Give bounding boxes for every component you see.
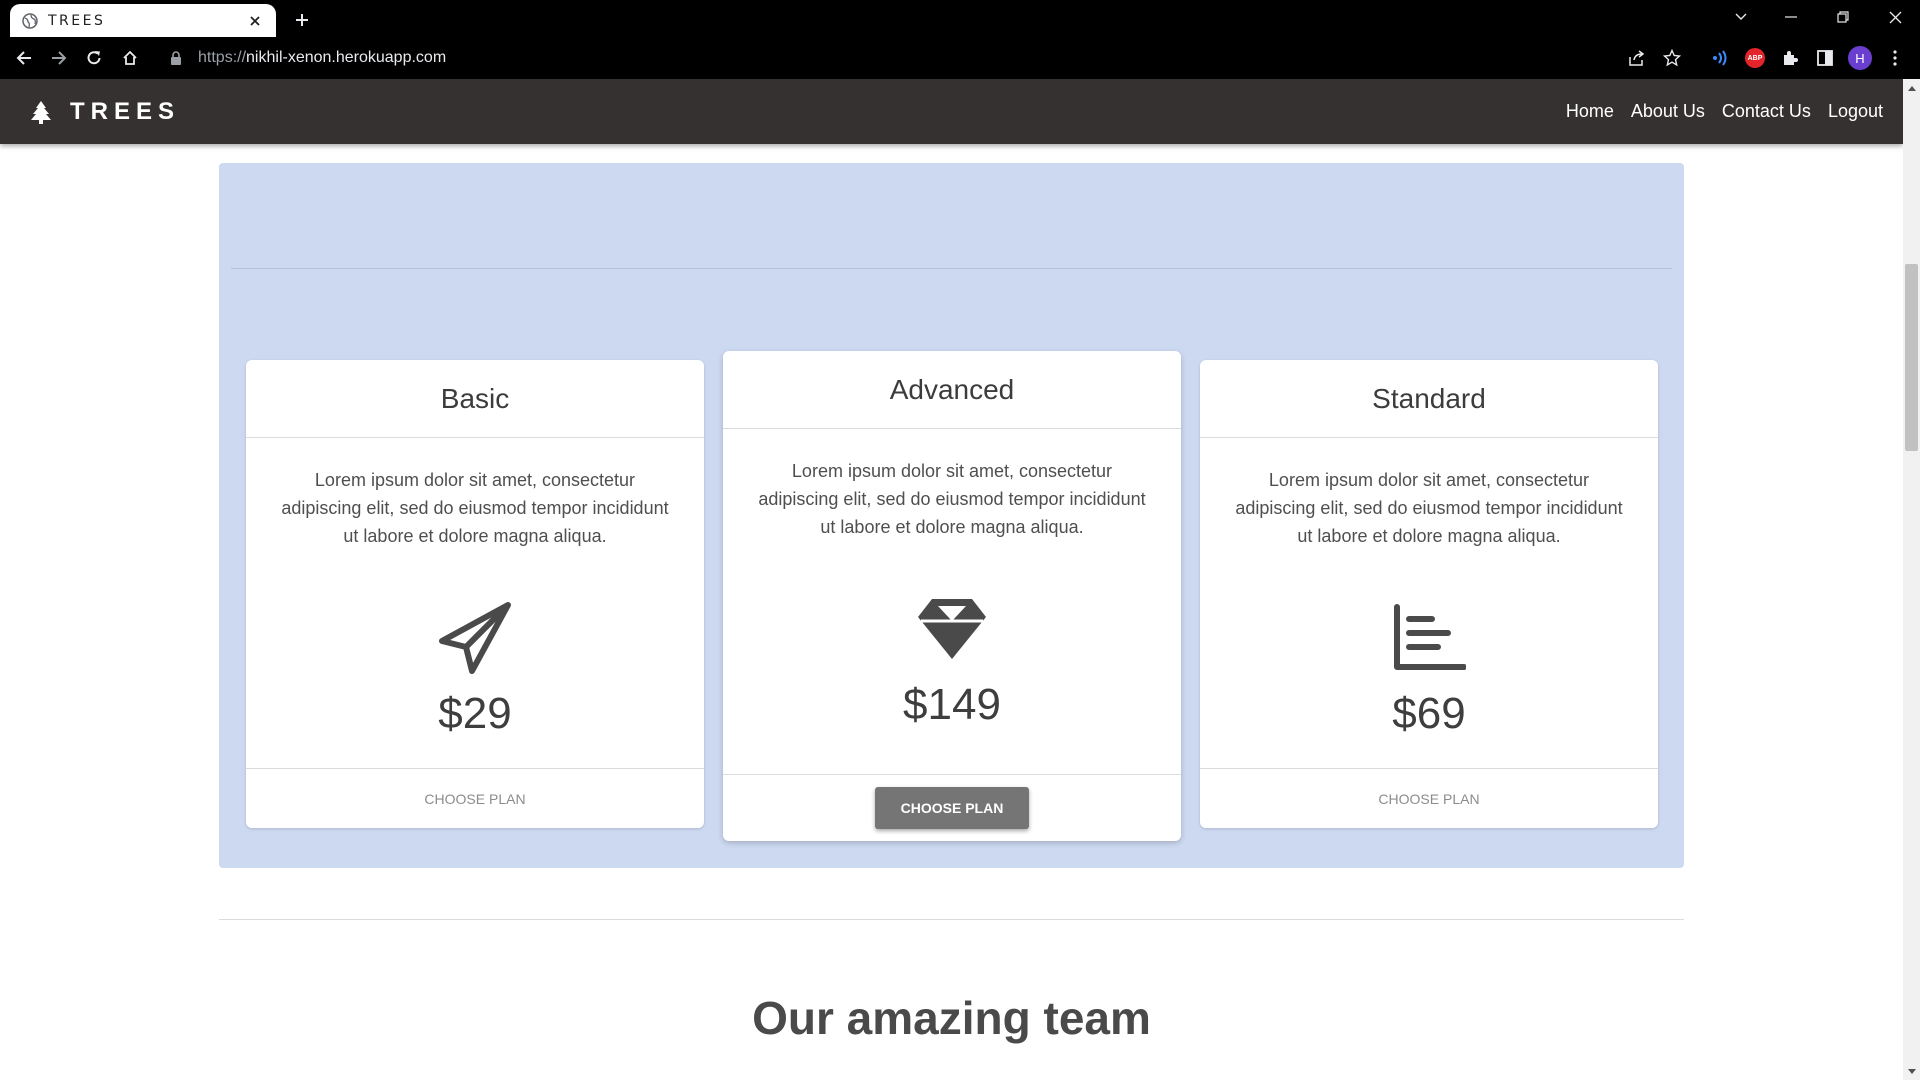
profile-initial: H <box>1848 46 1872 70</box>
plan-card-standard: Standard Lorem ipsum dolor sit amet, con… <box>1200 360 1658 828</box>
brand-name: TREES <box>70 97 181 125</box>
plan-footer: CHOOSE PLAN <box>1200 768 1658 828</box>
nav-links: Home About Us Contact Us Logout <box>1566 79 1883 144</box>
plan-body: Lorem ipsum dolor sit amet, consectetur … <box>1200 438 1658 768</box>
share-icon[interactable] <box>1625 46 1649 70</box>
plan-price: $149 <box>903 680 1001 729</box>
url-text: https://nikhil-xenon.herokuapp.com <box>198 49 446 67</box>
extensions-puzzle-icon[interactable] <box>1778 46 1802 70</box>
plan-description: Lorem ipsum dolor sit amet, consectetur … <box>281 470 669 546</box>
pricing-section: Basic Lorem ipsum dolor sit amet, consec… <box>219 163 1684 868</box>
minimize-icon[interactable] <box>1774 0 1808 34</box>
bookmark-star-icon[interactable] <box>1660 46 1684 70</box>
plan-footer: CHOOSE PLAN <box>246 768 704 828</box>
choose-plan-standard-button[interactable]: CHOOSE PLAN <box>1378 791 1479 807</box>
forward-icon[interactable] <box>45 44 73 72</box>
section-divider <box>219 919 1684 920</box>
scroll-down-arrow-icon[interactable] <box>1903 1063 1920 1080</box>
diamond-icon <box>912 589 992 669</box>
site-navbar: TREES Home About Us Contact Us Logout <box>0 79 1903 144</box>
paper-plane-icon <box>435 598 515 678</box>
bar-chart-icon <box>1389 598 1469 678</box>
lock-icon <box>170 51 184 65</box>
browser-tab-bar: TREES <box>0 0 1920 37</box>
plan-card-basic: Basic Lorem ipsum dolor sit amet, consec… <box>246 360 704 828</box>
home-icon[interactable] <box>116 44 144 72</box>
plan-footer: CHOOSE PLAN <box>723 774 1181 840</box>
back-icon[interactable] <box>10 44 38 72</box>
page-scrollbar[interactable] <box>1903 79 1920 1080</box>
close-tab-icon[interactable] <box>246 12 264 30</box>
read-aloud-extension-icon[interactable] <box>1708 46 1732 70</box>
plan-body: Lorem ipsum dolor sit amet, consectetur … <box>723 429 1181 774</box>
plan-price: $29 <box>438 689 512 738</box>
plan-description: Lorem ipsum dolor sit amet, consectetur … <box>1235 470 1623 546</box>
url-scheme: https:// <box>198 49 247 66</box>
scroll-up-arrow-icon[interactable] <box>1903 79 1920 96</box>
pricing-divider <box>231 268 1672 269</box>
abp-badge: ABP <box>1745 48 1765 68</box>
plan-body: Lorem ipsum dolor sit amet, consectetur … <box>246 438 704 768</box>
globe-icon <box>22 12 38 29</box>
adblock-extension-icon[interactable]: ABP <box>1743 46 1767 70</box>
profile-avatar[interactable]: H <box>1848 46 1872 70</box>
plan-name: Standard <box>1200 360 1658 438</box>
plan-description: Lorem ipsum dolor sit amet, consectetur … <box>758 461 1146 537</box>
team-section-title: Our amazing team <box>752 992 1151 1044</box>
restore-icon[interactable] <box>1826 0 1860 34</box>
nav-home-link[interactable]: Home <box>1566 101 1614 122</box>
tab-search-icon[interactable] <box>1724 0 1758 34</box>
browser-toolbar: https://nikhil-xenon.herokuapp.com ABP H <box>0 37 1920 79</box>
scrollbar-thumb[interactable] <box>1905 264 1918 451</box>
reload-icon[interactable] <box>80 44 108 72</box>
browser-tab[interactable]: TREES <box>10 4 276 37</box>
plan-card-advanced: Advanced Lorem ipsum dolor sit amet, con… <box>723 351 1181 841</box>
tab-title: TREES <box>48 12 106 29</box>
plan-name: Basic <box>246 360 704 438</box>
tree-icon <box>30 100 52 124</box>
choose-plan-basic-button[interactable]: CHOOSE PLAN <box>424 791 525 807</box>
side-panel-icon[interactable] <box>1813 46 1837 70</box>
plan-name: Advanced <box>723 351 1181 429</box>
nav-about-link[interactable]: About Us <box>1631 101 1705 122</box>
new-tab-button[interactable] <box>290 8 314 32</box>
plan-price: $69 <box>1392 689 1466 738</box>
nav-logout-link[interactable]: Logout <box>1828 101 1883 122</box>
nav-contact-link[interactable]: Contact Us <box>1722 101 1811 122</box>
url-host: nikhil-xenon.herokuapp.com <box>246 49 447 66</box>
close-window-icon[interactable] <box>1878 0 1912 34</box>
address-bar[interactable]: https://nikhil-xenon.herokuapp.com <box>160 41 1610 75</box>
choose-plan-advanced-button[interactable]: CHOOSE PLAN <box>874 786 1030 829</box>
page-viewport: TREES Home About Us Contact Us Logout Ba… <box>0 79 1920 1080</box>
brand-logo[interactable]: TREES <box>30 79 180 144</box>
browser-menu-icon[interactable] <box>1883 46 1907 70</box>
